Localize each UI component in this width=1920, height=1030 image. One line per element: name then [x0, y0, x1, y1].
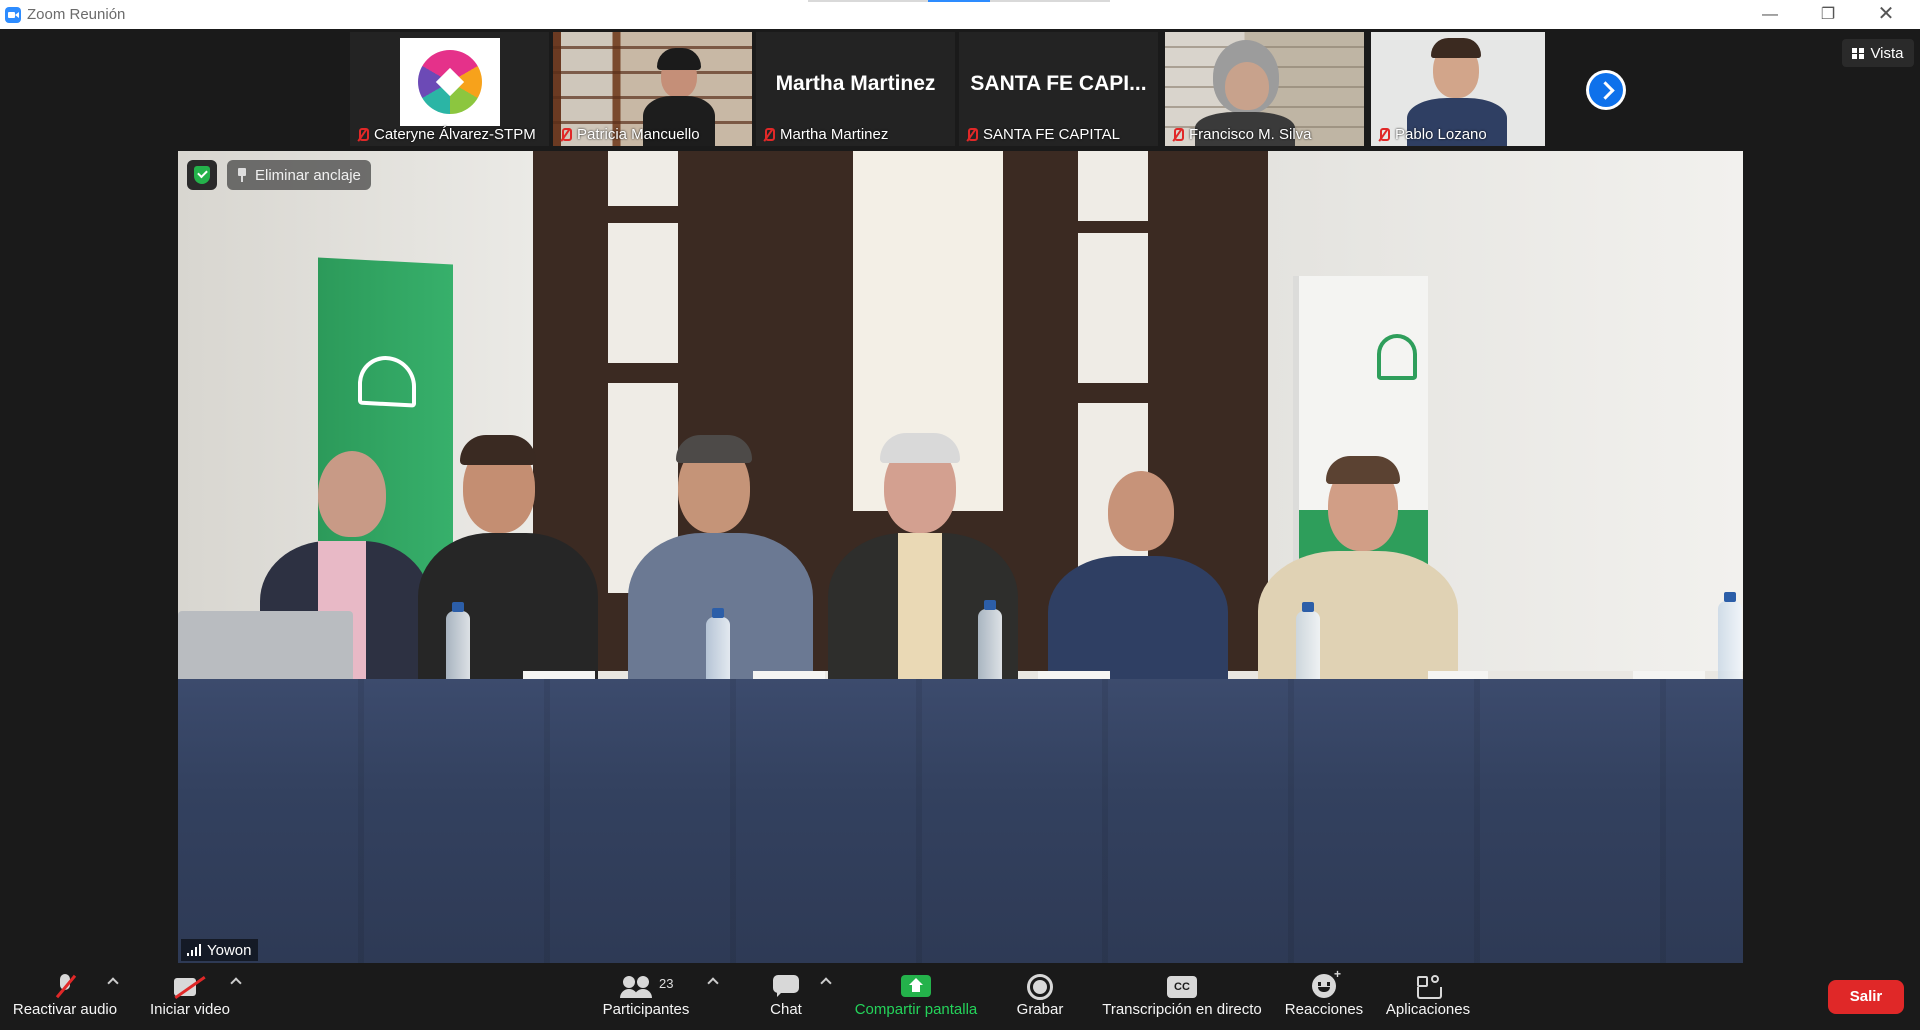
share-screen-icon: [901, 975, 931, 997]
restore-button[interactable]: ❐: [1800, 0, 1856, 29]
participant-tile[interactable]: Cateryne Álvarez-STPM: [350, 32, 549, 146]
grid-icon: [1852, 47, 1865, 59]
signal-strength-icon: [187, 944, 201, 956]
participants-count: 23: [659, 976, 674, 991]
participant-tile[interactable]: Francisco M. Silva: [1165, 32, 1364, 146]
closed-caption-icon: CC: [1167, 976, 1197, 998]
participant-name: Martha Martinez: [780, 126, 889, 143]
participant-name: Cateryne Álvarez-STPM: [374, 126, 536, 143]
camera-off-icon: [174, 978, 206, 998]
mic-muted-icon: [1377, 127, 1390, 142]
unpin-label: Eliminar anclaje: [255, 166, 361, 184]
speaker-name: Yowon: [207, 941, 252, 959]
start-video-button[interactable]: Iniciar video: [136, 963, 244, 1030]
record-label: Grabar: [1016, 1001, 1064, 1018]
apps-button[interactable]: Aplicaciones: [1380, 963, 1476, 1030]
participant-name: SANTA FE CAPITAL: [983, 126, 1120, 143]
apps-label: Aplicaciones: [1385, 1001, 1471, 1018]
speaker-name-tag: Yowon: [181, 939, 258, 961]
leave-meeting-button[interactable]: Salir: [1828, 980, 1904, 1014]
mic-muted-icon: [1171, 127, 1184, 142]
participant-tile[interactable]: SANTA FE CAPI... SANTA FE CAPITAL: [959, 32, 1158, 146]
window-title: Zoom Reunión: [27, 6, 126, 23]
meeting-toolbar: Reactivar audio Iniciar video 23 Partici…: [0, 963, 1920, 1030]
participants-label: Participantes: [602, 1001, 690, 1018]
transcript-label: Transcripción en directo: [1102, 1001, 1262, 1018]
participant-tile[interactable]: Pablo Lozano: [1371, 32, 1545, 146]
close-window-button[interactable]: ✕: [1858, 0, 1914, 29]
unmute-audio-button[interactable]: Reactivar audio: [0, 963, 130, 1030]
record-icon: [1027, 974, 1053, 1000]
participants-button[interactable]: 23 Participantes: [596, 963, 696, 1030]
view-button-label: Vista: [1870, 44, 1904, 62]
smiley-icon: [1312, 974, 1336, 998]
view-button[interactable]: Vista: [1842, 39, 1914, 67]
connection-progress-bar: [808, 0, 1110, 2]
live-transcript-button[interactable]: CC Transcripción en directo: [1096, 963, 1268, 1030]
chat-options-caret-icon[interactable]: [820, 977, 832, 989]
next-page-arrow-icon[interactable]: [1586, 70, 1626, 110]
mic-muted-icon: [559, 127, 572, 142]
reactions-label: Reacciones: [1284, 1001, 1364, 1018]
participant-strip: Cateryne Álvarez-STPM Patricia Mancuello…: [0, 29, 1920, 149]
share-screen-button[interactable]: Compartir pantalla: [846, 963, 986, 1030]
video-label: Iniciar video: [149, 1001, 231, 1018]
mic-muted-icon: [356, 127, 369, 142]
audio-label: Reactivar audio: [12, 1001, 118, 1018]
encryption-shield-icon[interactable]: [187, 160, 217, 190]
table-cloth: [178, 679, 1743, 963]
record-button[interactable]: Grabar: [1005, 963, 1075, 1030]
pin-icon: [237, 168, 247, 182]
main-video: Eliminar anclaje Yowon: [178, 151, 1743, 963]
participant-name: Francisco M. Silva: [1189, 126, 1312, 143]
organization-logo: [400, 38, 500, 126]
share-label: Compartir pantalla: [854, 1001, 978, 1018]
participant-name: Pablo Lozano: [1395, 126, 1487, 143]
chat-icon: [773, 975, 799, 997]
participant-tile[interactable]: Martha Martinez Martha Martinez: [756, 32, 955, 146]
mic-muted-icon: [965, 127, 978, 142]
participant-display-name: Martha Martinez: [775, 72, 936, 95]
minimize-button[interactable]: —: [1742, 0, 1798, 29]
participants-options-caret-icon[interactable]: [707, 977, 719, 989]
participant-tile[interactable]: Patricia Mancuello: [553, 32, 752, 146]
participant-name: Patricia Mancuello: [577, 126, 700, 143]
mic-muted-icon: [762, 127, 775, 142]
participants-icon: [620, 976, 653, 998]
window-titlebar: Zoom Reunión — ❐ ✕: [0, 0, 1920, 29]
zoom-app-icon: [5, 7, 21, 23]
microphone-muted-icon: [56, 974, 74, 998]
unpin-button[interactable]: Eliminar anclaje: [227, 160, 371, 190]
chat-button[interactable]: Chat: [756, 963, 816, 1030]
participant-display-name: SANTA FE CAPI...: [970, 72, 1147, 95]
chat-label: Chat: [770, 1001, 802, 1018]
reactions-button[interactable]: + Reacciones: [1284, 963, 1364, 1030]
